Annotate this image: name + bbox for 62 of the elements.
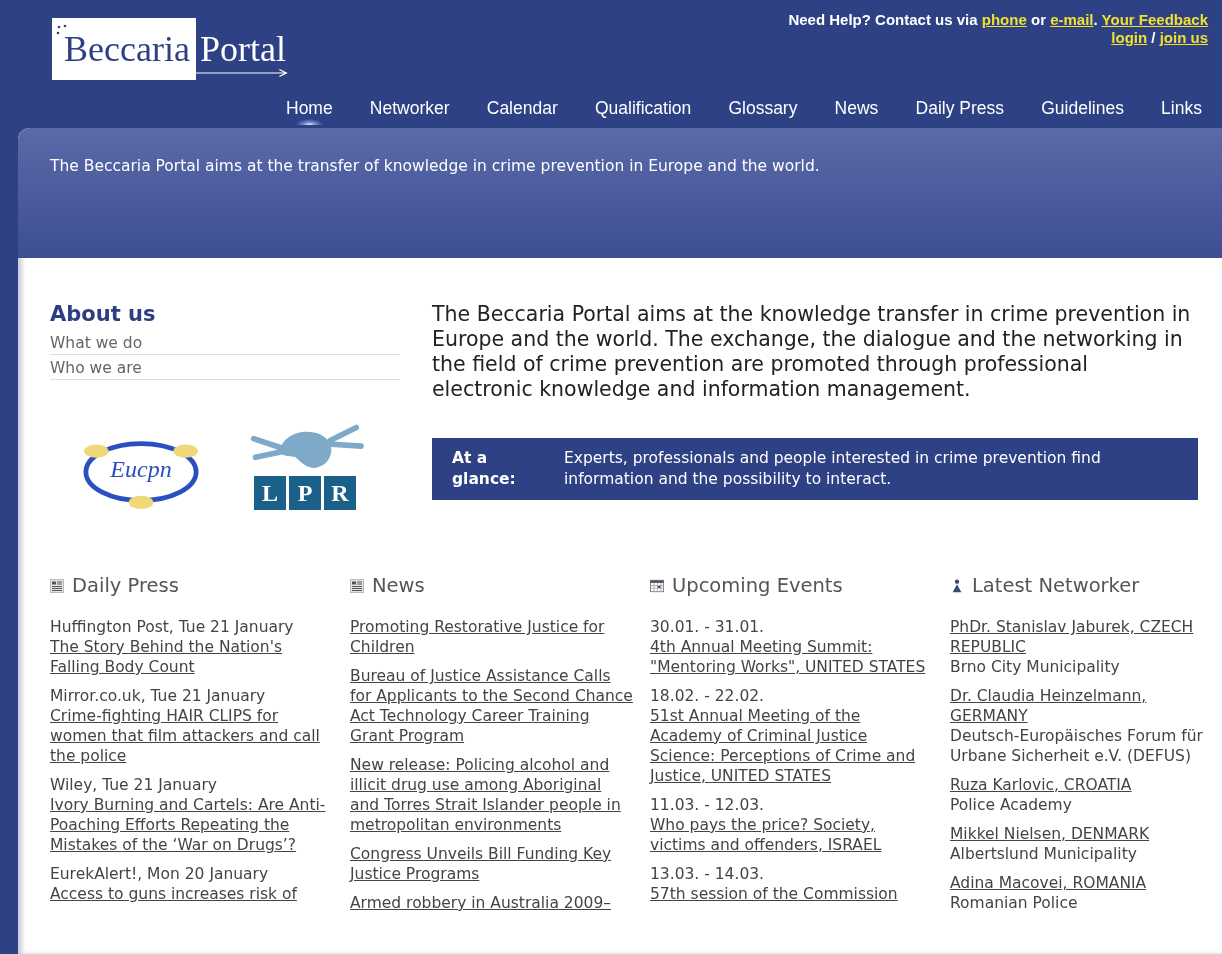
account-text: login / join us [1110,29,1208,47]
newspaper-icon [350,578,364,593]
item-meta: 13.03. - 14.03. [650,864,766,884]
item-link[interactable]: Promoting Restorative Justice for Children [350,617,634,657]
item-link[interactable]: Who pays the price? Society, victims and offenders, ISRAEL [650,815,934,855]
item-meta: EurekAlert!, Mon 20 January [50,864,270,884]
nav-tab[interactable]: Daily Press [909,96,1011,125]
item-link[interactable]: Crime-fighting HAIR CLIPS for women that film attackers and call the police [50,706,334,766]
tagline: The Beccaria Portal aims at the transfer of knowledge in crime prevention in Europe and the world. [50,157,820,175]
nav-tab[interactable]: Links [1155,96,1208,125]
item-note: Brno City Municipality [950,657,1121,677]
item-note: Police Academy [950,795,1073,815]
nav-tab[interactable]: Glossary [722,96,804,125]
item-meta: 18.02. - 22.02. [650,686,766,706]
nav-tab[interactable]: News [828,96,885,125]
person-icon [950,578,964,593]
section-heading: News [372,574,425,597]
lpr-logo[interactable]: L P R [240,420,370,510]
help-text: Need Help? Contact us via phone or e-mail. Your Feedback [788,11,1208,29]
item-meta: Huffington Post, Tue 21 January [50,617,295,637]
intro-text: The Beccaria Portal aims at the knowledge transfer in crime prevention in Europe and the world. The exchange, the dialogue and the networking in the field of crime prevention are promoted through professional electronic knowledge and information management. [432,302,1192,402]
section-heading: Latest Networker [972,574,1140,597]
nav-tab[interactable]: Networker [363,96,456,125]
item-meta: 11.03. - 12.03. [650,795,766,815]
item-meta: 30.01. - 31.01. [650,617,766,637]
nav-tab[interactable]: Guidelines [1035,96,1130,125]
item-note: Albertslund Municipality [950,844,1138,864]
section-heading: Daily Press [72,574,179,597]
glance-label: At a glance: [452,448,517,490]
item-link[interactable]: 51st Annual Meeting of the Academy of Criminal Justice Science: Perceptions of Crime and Justice, UNITED STATES [650,706,934,786]
about-heading: About us [50,302,157,326]
item-meta: Mirror.co.uk, Tue 21 January [50,686,267,706]
item-link[interactable]: Mikkel Nielsen, DENMARK [950,824,1222,844]
account-link[interactable]: login [1111,29,1148,46]
item-link[interactable]: Adina Macovei, ROMANIA [950,873,1222,893]
about-link[interactable]: Who we are [50,355,400,380]
account-link[interactable]: join us [1159,29,1208,46]
item-link[interactable]: New release: Policing alcohol and illicit drug use among Aboriginal and Torres Strait Islander people in metropolitan environments [350,755,634,835]
nav-tab[interactable]: Calendar [480,96,564,125]
help-link[interactable]: Your Feedback [1101,11,1208,28]
item-link[interactable]: Bureau of Justice Assistance Calls for Applicants to the Second Chance Act Technology Career Training Grant Program [350,666,634,746]
section-heading: Upcoming Events [672,574,843,597]
item-link[interactable]: Ruza Karlovic, CROATIA [950,775,1222,795]
help-link[interactable]: phone [981,11,1027,28]
item-link[interactable]: Ivory Burning and Cartels: Are Anti-Poaching Efforts Repeating the Mistakes of the ‘War on Drugs’? [50,795,334,855]
item-link[interactable]: The Story Behind the Nation's Falling Body Count [50,637,334,677]
item-link[interactable]: PhDr. Stanislav Jaburek, CZECH REPUBLIC [950,617,1222,657]
item-link[interactable]: 57th session of the Commission [650,884,934,904]
nav-tab[interactable]: Qualification [588,96,698,125]
item-link[interactable]: Access to guns increases risk of [50,884,334,904]
item-link[interactable]: 4th Annual Meeting Summit: "Mentoring Works", UNITED STATES [650,637,934,677]
about-link[interactable]: What we do [50,330,400,355]
newspaper-icon [50,578,64,593]
item-meta: Wiley, Tue 21 January [50,775,218,795]
calendar-icon [650,578,664,593]
item-link[interactable]: Dr. Claudia Heinzelmann, GERMANY [950,686,1222,726]
help-link[interactable]: e-mail [1050,11,1094,28]
item-note: Deutsch-Europäisches Forum für Urbane Sicherheit e.V. (DEFUS) [950,726,1204,766]
item-link[interactable]: Congress Unveils Bill Funding Key Justice Programs [350,844,634,884]
glance-text: Experts, professionals and people interested in crime prevention find information and the possibility to interact. [564,448,1102,490]
item-note: Romanian Police [950,893,1079,913]
item-link[interactable]: Armed robbery in Australia 2009– [350,893,634,913]
